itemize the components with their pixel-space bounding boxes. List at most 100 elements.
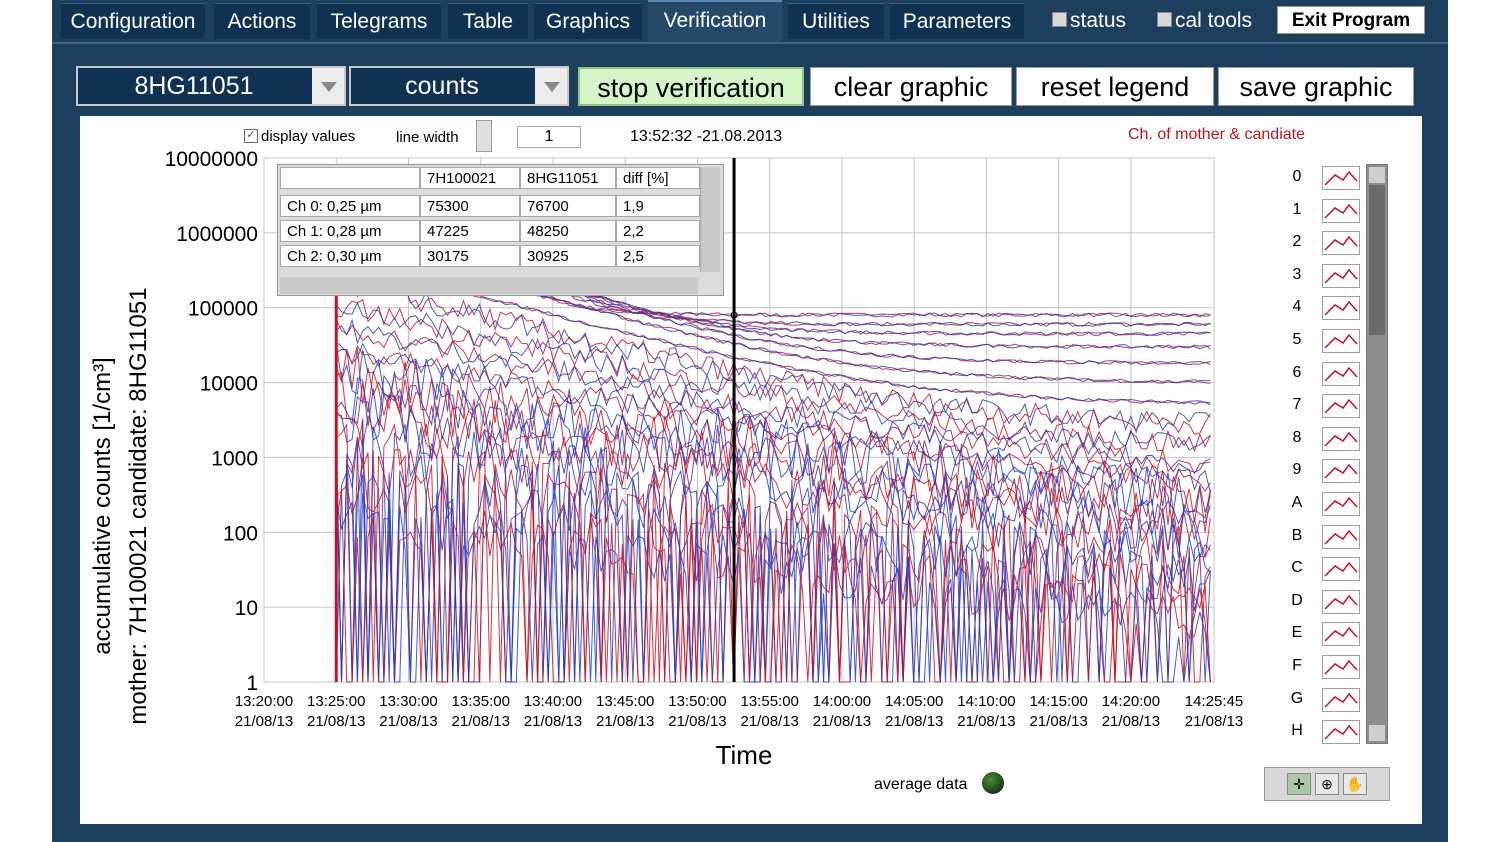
legend-title: Ch. of mother & candiate xyxy=(1128,126,1305,143)
pan-hand-icon[interactable]: ✋ xyxy=(1343,773,1367,795)
legend-swatch[interactable] xyxy=(1322,622,1360,647)
legend-swatch[interactable] xyxy=(1322,426,1360,451)
chevron-down-icon[interactable] xyxy=(535,68,567,104)
tab-divider xyxy=(52,42,1448,44)
legend-channel-label: 7 xyxy=(1292,396,1302,414)
legend-channel-label: A xyxy=(1291,494,1303,511)
tab-verification[interactable]: Verification xyxy=(648,0,782,42)
legend-swatch[interactable] xyxy=(1322,589,1360,614)
legend-channel-label: D xyxy=(1291,591,1303,609)
legend-swatch[interactable] xyxy=(1322,394,1360,419)
app-window: Configuration Actions Telegrams Table Gr… xyxy=(52,0,1448,842)
table-cell: Ch 2: 0,30 µm xyxy=(280,245,420,267)
check-icon[interactable]: ✓ xyxy=(244,129,258,144)
legend-swatch[interactable] xyxy=(1322,720,1360,745)
table-horizontal-scrollbar[interactable] xyxy=(280,277,698,294)
tab-table[interactable]: Table xyxy=(448,3,528,39)
cal-tools-checkbox-box[interactable] xyxy=(1157,11,1172,27)
legend-swatch[interactable] xyxy=(1322,557,1360,582)
y-tick-label: 1 xyxy=(246,672,258,695)
stop-verification-button[interactable]: stop verification xyxy=(578,67,804,106)
x-tick-date: 21/08/13 xyxy=(813,713,871,730)
mode-select[interactable]: counts xyxy=(349,66,569,106)
legend-swatch[interactable] xyxy=(1322,361,1360,386)
line-width-input[interactable]: 1 xyxy=(517,126,581,148)
table-vertical-scrollbar[interactable] xyxy=(700,167,720,272)
table-header-cell: diff [%] xyxy=(616,167,700,189)
x-tick-label: 13:20:00 xyxy=(235,693,293,710)
x-tick-date: 21/08/13 xyxy=(957,713,1015,730)
save-graphic-button[interactable]: save graphic xyxy=(1218,67,1414,106)
legend-channel-label: 1 xyxy=(1292,200,1302,218)
average-data-indicator[interactable] xyxy=(982,772,1004,794)
y-tick-label: 100000 xyxy=(188,298,258,321)
line-width-spinner[interactable] xyxy=(476,120,492,152)
legend-channel-label: H xyxy=(1291,722,1303,740)
scroll-down-button[interactable] xyxy=(1369,725,1385,741)
legend-scrollbar[interactable] xyxy=(1366,164,1388,744)
graph-panel: 1 10 100 1000 10000 100000 1000000 10000000 13:2… xyxy=(80,116,1422,824)
x-tick-date: 21/08/13 xyxy=(885,713,943,730)
graph-tools-palette: ✛ ⊕ ✋ xyxy=(1264,767,1390,801)
legend-channel-label: 8 xyxy=(1292,428,1302,446)
legend-swatch[interactable] xyxy=(1322,231,1360,256)
tab-utilities[interactable]: Utilities xyxy=(788,3,884,39)
status-label: status xyxy=(1070,9,1127,32)
legend-swatch[interactable] xyxy=(1322,263,1360,288)
line-width-label: line width xyxy=(396,129,459,146)
legend-swatch[interactable] xyxy=(1322,198,1360,223)
crosshair-icon[interactable]: ✛ xyxy=(1287,773,1311,795)
legend-swatch[interactable] xyxy=(1322,166,1360,190)
table-cell: 76700 xyxy=(520,195,616,217)
tab-configuration[interactable]: Configuration xyxy=(61,3,205,39)
x-tick-label: 13:55:00 xyxy=(741,693,799,710)
display-values-checkbox[interactable]: ✓ display values xyxy=(244,128,355,145)
x-tick-date: 21/08/13 xyxy=(452,713,510,730)
table-header-cell: 7H100021 xyxy=(420,167,520,189)
legend-channel-label: F xyxy=(1292,657,1302,674)
legend-swatch[interactable] xyxy=(1322,524,1360,549)
legend-swatch[interactable] xyxy=(1322,459,1360,484)
table-cell: 1,9 xyxy=(616,195,700,217)
tab-telegrams[interactable]: Telegrams xyxy=(317,3,441,39)
values-table: 7H100021 8HG11051 diff [%] Ch 0: 0,25 µm… xyxy=(277,164,724,296)
tab-actions[interactable]: Actions xyxy=(214,3,310,39)
legend-swatch[interactable] xyxy=(1322,492,1360,516)
x-tick-label: 14:10:00 xyxy=(957,693,1015,710)
legend-swatch[interactable] xyxy=(1322,687,1360,712)
table-cell: 75300 xyxy=(420,195,520,217)
exit-program-button[interactable]: Exit Program xyxy=(1277,6,1425,34)
status-checkbox-box[interactable] xyxy=(1052,11,1067,27)
reset-legend-button[interactable]: reset legend xyxy=(1016,67,1214,106)
zoom-icon[interactable]: ⊕ xyxy=(1315,773,1339,795)
cal-tools-checkbox[interactable]: cal tools xyxy=(1157,10,1252,32)
tab-parameters[interactable]: Parameters xyxy=(890,3,1024,39)
x-tick-label: 13:40:00 xyxy=(524,693,582,710)
table-header-cell xyxy=(280,167,420,189)
legend-swatch[interactable] xyxy=(1322,655,1360,679)
legend-swatch[interactable] xyxy=(1322,329,1360,353)
display-values-label: display values xyxy=(261,128,356,145)
scroll-up-button[interactable] xyxy=(1369,167,1385,183)
chevron-down-icon[interactable] xyxy=(312,68,344,104)
x-tick-label: 14:00:00 xyxy=(813,693,871,710)
x-tick-date: 21/08/13 xyxy=(379,713,437,730)
legend-swatch[interactable] xyxy=(1322,296,1360,321)
x-tick-label: 14:05:00 xyxy=(885,693,943,710)
y-tick-label: 10000000 xyxy=(165,148,258,171)
legend-channel-label: E xyxy=(1291,624,1303,642)
clear-graphic-button[interactable]: clear graphic xyxy=(810,67,1012,106)
x-tick-date: 21/08/13 xyxy=(1185,713,1243,730)
device-select[interactable]: 8HG11051 xyxy=(76,66,346,106)
x-tick-label: 14:20:00 xyxy=(1102,693,1160,710)
legend-channel-label: G xyxy=(1290,689,1304,707)
y-tick-label: 10000 xyxy=(200,373,258,396)
x-tick-label: 13:50:00 xyxy=(668,693,726,710)
legend-scroll-thumb[interactable] xyxy=(1369,185,1385,335)
x-tick-label: 13:45:00 xyxy=(596,693,654,710)
x-tick-label: 14:25:45 xyxy=(1185,693,1243,710)
table-cell: Ch 0: 0,25 µm xyxy=(280,195,420,217)
y-axis-label: accumulative counts [1/cm³] xyxy=(89,357,116,654)
tab-graphics[interactable]: Graphics xyxy=(534,3,642,39)
status-checkbox[interactable]: status xyxy=(1052,10,1126,32)
